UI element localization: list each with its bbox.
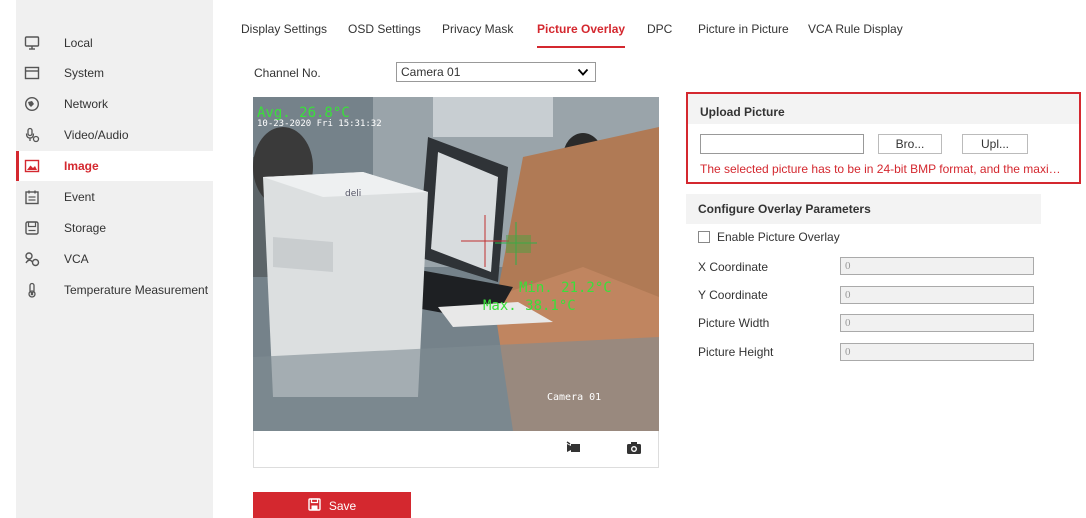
camera-snapshot-icon[interactable] (626, 441, 642, 458)
tab-display-settings[interactable]: Display Settings (241, 22, 327, 52)
save-icon (308, 498, 321, 514)
sidebar-item-label: Network (64, 97, 109, 111)
sidebar-item-temperature-measurement[interactable]: Temperature Measurement (16, 275, 213, 305)
sidebar-item-image[interactable]: Image (16, 151, 213, 181)
upload-button[interactable]: Upl... (962, 134, 1028, 154)
sidebar-item-vca[interactable]: VCA (16, 244, 213, 274)
osd-max-temperature: Max. 38.1°C (483, 298, 576, 314)
sidebar-item-label: Image (64, 159, 99, 173)
save-button-label: Save (328, 499, 357, 513)
sidebar-item-label: Event (64, 190, 95, 204)
box-brand-text: deli (345, 189, 361, 199)
sidebar-nav: Local System Network Video/Audio Image E… (16, 0, 213, 518)
file-path-input[interactable] (700, 134, 864, 154)
tab-privacy-mask[interactable]: Privacy Mask (442, 22, 513, 52)
browse-button[interactable]: Bro... (878, 134, 942, 154)
osd-datetime: 10-23-2020 Fri 15:31:32 (257, 119, 382, 129)
sidebar-item-event[interactable]: Event (16, 182, 213, 212)
upload-picture-panel: Upload Picture Bro... Upl... The selecte… (686, 92, 1081, 184)
monitor-icon (24, 35, 40, 51)
tab-picture-overlay[interactable]: Picture Overlay (537, 22, 626, 52)
osd-camera-name: Camera 01 (547, 392, 601, 403)
tab-osd-settings[interactable]: OSD Settings (348, 22, 421, 52)
video-control-bar (253, 431, 659, 468)
save-button[interactable]: Save (253, 492, 411, 518)
sidebar-item-label: Storage (64, 221, 107, 235)
channel-value: Camera 01 (401, 65, 461, 79)
tab-dpc[interactable]: DPC (647, 22, 672, 52)
record-icon[interactable] (566, 441, 582, 458)
tab-vca-rule-display[interactable]: VCA Rule Display (808, 22, 903, 52)
y-coordinate-label: Y Coordinate (698, 288, 768, 302)
sidebar-item-video-audio[interactable]: Video/Audio (16, 120, 213, 150)
enable-picture-overlay-checkbox[interactable]: Enable Picture Overlay (698, 230, 840, 244)
sidebar-item-label: Temperature Measurement (64, 283, 209, 297)
sidebar-item-label: Video/Audio (64, 128, 129, 142)
sidebar-item-system[interactable]: System (16, 58, 213, 88)
upload-picture-title: Upload Picture (688, 94, 1079, 124)
disk-icon (24, 220, 40, 236)
picture-width-label: Picture Width (698, 316, 770, 330)
sidebar-item-local[interactable]: Local (16, 28, 213, 58)
sidebar-item-label: VCA (64, 252, 89, 266)
image-icon (24, 158, 40, 174)
osd-min-temperature: Min. 21.2°C (519, 280, 612, 296)
upload-format-notice: The selected picture has to be in 24-bit… (700, 162, 1065, 176)
picture-height-input[interactable]: 0 (840, 343, 1034, 361)
channel-select[interactable]: Camera 01 (396, 62, 596, 82)
window-icon (24, 65, 40, 81)
vca-icon (24, 251, 40, 267)
live-video-preview: deli Avg. 26.8°C 10-23-2020 Fri 15:31:32… (253, 97, 659, 431)
microphone-icon (24, 127, 40, 143)
globe-icon (24, 96, 40, 112)
tab-picture-in-picture[interactable]: Picture in Picture (698, 22, 789, 52)
sidebar-item-label: Local (64, 36, 93, 50)
sidebar-item-network[interactable]: Network (16, 89, 213, 119)
configure-overlay-title: Configure Overlay Parameters (686, 194, 1041, 224)
video-frame: deli Avg. 26.8°C 10-23-2020 Fri 15:31:32… (253, 97, 659, 431)
y-coordinate-input[interactable]: 0 (840, 286, 1034, 304)
sidebar-item-label: System (64, 66, 105, 80)
calendar-icon (24, 189, 40, 205)
picture-height-label: Picture Height (698, 345, 774, 359)
picture-width-input[interactable]: 0 (840, 314, 1034, 332)
sidebar-item-storage[interactable]: Storage (16, 213, 213, 243)
x-coordinate-input[interactable]: 0 (840, 257, 1034, 275)
checkbox-box[interactable] (698, 231, 710, 243)
x-coordinate-label: X Coordinate (698, 260, 769, 274)
enable-picture-overlay-label: Enable Picture Overlay (717, 230, 840, 244)
chevron-down-icon (577, 66, 589, 81)
thermometer-icon (24, 282, 40, 298)
channel-label: Channel No. (254, 66, 321, 80)
